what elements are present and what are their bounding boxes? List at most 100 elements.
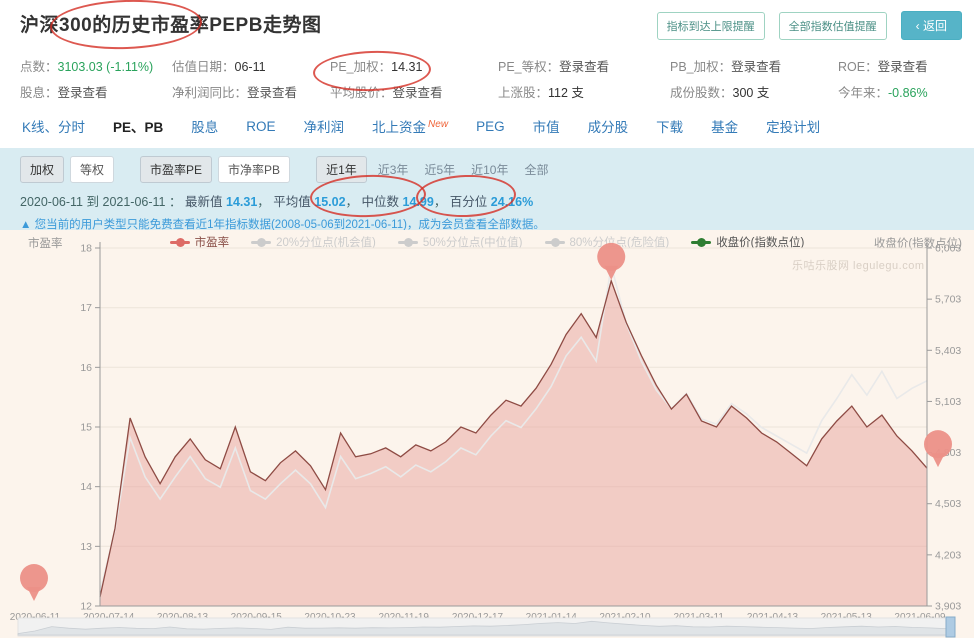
stats-section: 点数：3103.03 (-1.11%)估值日期：06-11PE_加权：14.31…	[0, 48, 974, 106]
avg-value: 15.02	[314, 195, 345, 209]
stat-item: 成份股数：300 支	[670, 82, 838, 101]
stat-label: 今年来：	[838, 86, 888, 100]
stat-label: 估值日期：	[172, 60, 235, 74]
axis-tick-label: 4,203	[935, 549, 961, 561]
header: 沪深300的历史市盈率PEPB走势图 指标到达上限提醒全部指数估值提醒 ‹ 返回	[0, 0, 974, 48]
percentile-label: 百分位	[450, 195, 488, 209]
axis-tick-label: 15	[80, 422, 92, 434]
to-label: 到	[87, 195, 100, 209]
date-from: 2020-06-11	[20, 195, 83, 209]
nav-tab-北上资金[interactable]: 北上资金New	[358, 116, 462, 136]
range-toggle-近10年[interactable]: 近10年	[466, 157, 513, 182]
nav-tab-ROE[interactable]: ROE	[232, 119, 289, 134]
stat-value[interactable]: 登录查看	[247, 86, 297, 100]
stat-label: 平均股价：	[330, 86, 393, 100]
stat-value[interactable]: 登录查看	[731, 60, 781, 74]
toggle-groups: 加权等权市盈率PE市净率PB 近1年近3年近5年近10年全部	[20, 156, 954, 183]
header-buttons: 指标到达上限提醒全部指数估值提醒 ‹ 返回	[657, 11, 962, 40]
axis-tick-label: 14	[80, 481, 92, 493]
nav-tab-PE、PB[interactable]: PE、PB	[99, 116, 177, 136]
median-value: 14.99	[403, 195, 434, 209]
range-toggle: 近1年近3年近5年近10年全部	[316, 156, 553, 183]
stat-item: 点数：3103.03 (-1.11%)	[20, 56, 172, 75]
page: 沪深300的历史市盈率PEPB走势图 指标到达上限提醒全部指数估值提醒‹ 返回 …	[0, 0, 974, 640]
axis-tick-label: 4,503	[935, 498, 961, 510]
nav-tab-净利润[interactable]: 净利润	[290, 116, 359, 136]
stat-value[interactable]: 登录查看	[559, 60, 609, 74]
nav-tab-市值[interactable]: 市值	[519, 116, 574, 136]
stat-value[interactable]: 登录查看	[878, 60, 928, 74]
stat-item: 上涨股：112 支	[498, 82, 670, 101]
metric-toggle-市盈率PE[interactable]: 市盈率PE	[140, 156, 212, 183]
axis-tick-label: 5,703	[935, 294, 961, 306]
stat-item: 平均股价：登录查看	[330, 82, 498, 101]
axis-tick-label: 16	[80, 362, 92, 374]
stat-item: PB_加权：登录查看	[670, 56, 838, 75]
stat-label: 上涨股：	[498, 86, 548, 100]
filter-panel: 加权等权市盈率PE市净率PB 近1年近3年近5年近10年全部 2020-06-11…	[0, 148, 974, 230]
stat-label: PB_加权：	[670, 60, 731, 74]
stat-label: 点数：	[20, 60, 58, 74]
axis-tick-label: 13	[80, 541, 92, 553]
range-summary: 2020-06-11 到 2021-06-11 ： 最新值 14.31， 平均值…	[20, 191, 954, 210]
percentile-value: 24.16%	[491, 195, 533, 209]
stat-item: PE_加权：14.31	[330, 56, 498, 75]
axis-tick-label: 3,903	[935, 601, 961, 613]
datazoom-handle[interactable]	[946, 617, 955, 637]
max-marker-pin	[597, 243, 625, 271]
stat-item: 股息：登录查看	[20, 82, 172, 101]
latest-marker-pin	[924, 430, 952, 458]
range-toggle-近3年[interactable]: 近3年	[373, 157, 414, 182]
nav-tab-基金[interactable]: 基金	[697, 116, 752, 136]
metric-toggle-市净率PB[interactable]: 市净率PB	[218, 156, 290, 183]
stat-value: 300 支	[733, 86, 770, 100]
chart-section: 市盈率 收盘价(指数点位) 市盈率20%分位点(机会值)50%分位点(中位值)8…	[0, 230, 974, 638]
range-toggle-全部[interactable]: 全部	[519, 157, 553, 182]
nav-tab-股息[interactable]: 股息	[177, 116, 232, 136]
new-badge: New	[428, 119, 448, 130]
stat-item: PE_等权：登录查看	[498, 56, 670, 75]
stat-item: ROE：登录查看	[838, 56, 954, 75]
stat-item: 估值日期：06-11	[172, 56, 330, 75]
median-label: 中位数	[362, 195, 400, 209]
weight-toggle: 加权等权	[20, 156, 114, 183]
stat-label: 净利润同比：	[172, 86, 247, 100]
nav-tab-K线、分时[interactable]: K线、分时	[8, 116, 99, 136]
header-button-1[interactable]: 全部指数估值提醒	[779, 12, 887, 40]
pe-area-fill	[100, 281, 927, 606]
date-to: 2021-06-11	[103, 195, 166, 209]
stat-value: 14.31	[391, 60, 422, 74]
stat-value: 112 支	[548, 86, 584, 100]
stat-value[interactable]: 登录查看	[393, 86, 443, 100]
stat-label: PE_加权：	[330, 60, 391, 74]
stat-value[interactable]: 登录查看	[58, 86, 108, 100]
range-toggle-近1年[interactable]: 近1年	[316, 156, 367, 183]
metric-toggle: 市盈率PE市净率PB	[140, 156, 290, 183]
stat-label: 成份股数：	[670, 86, 733, 100]
page-title: 沪深300的历史市盈率PEPB走势图	[20, 10, 321, 37]
axis-tick-label: 17	[80, 302, 92, 314]
latest-value: 14.31	[226, 195, 257, 209]
stat-label: 股息：	[20, 86, 58, 100]
axis-tick-label: 6,003	[935, 243, 961, 255]
stat-label: PE_等权：	[498, 60, 559, 74]
avg-label: 平均值	[273, 195, 311, 209]
nav-tab-成分股[interactable]: 成分股	[574, 116, 643, 136]
nav-tabs: K线、分时PE、PB股息ROE净利润北上资金NewPEG市值成分股下载基金定投计…	[0, 106, 974, 148]
stat-value: 3103.03 (-1.11%)	[58, 60, 154, 74]
weight-toggle-等权[interactable]: 等权	[70, 156, 114, 183]
stat-item: 净利润同比：登录查看	[172, 82, 330, 101]
back-button[interactable]: ‹ 返回	[901, 11, 962, 40]
nav-tab-PEG[interactable]: PEG	[462, 119, 519, 134]
range-toggle-近5年[interactable]: 近5年	[419, 157, 460, 182]
weight-toggle-加权[interactable]: 加权	[20, 156, 64, 183]
stat-label: ROE：	[838, 60, 878, 74]
header-button-0[interactable]: 指标到达上限提醒	[657, 12, 765, 40]
stat-value: 06-11	[235, 60, 266, 74]
nav-tab-定投计划[interactable]: 定投计划	[752, 116, 834, 136]
axis-tick-label: 12	[80, 601, 92, 613]
pe-trend-chart[interactable]: 181716151413126,0035,7035,4035,1034,8034…	[0, 230, 974, 638]
nav-tab-下载[interactable]: 下载	[642, 116, 697, 136]
axis-tick-label: 5,103	[935, 396, 961, 408]
stat-item: 今年来：-0.86%	[838, 82, 954, 101]
